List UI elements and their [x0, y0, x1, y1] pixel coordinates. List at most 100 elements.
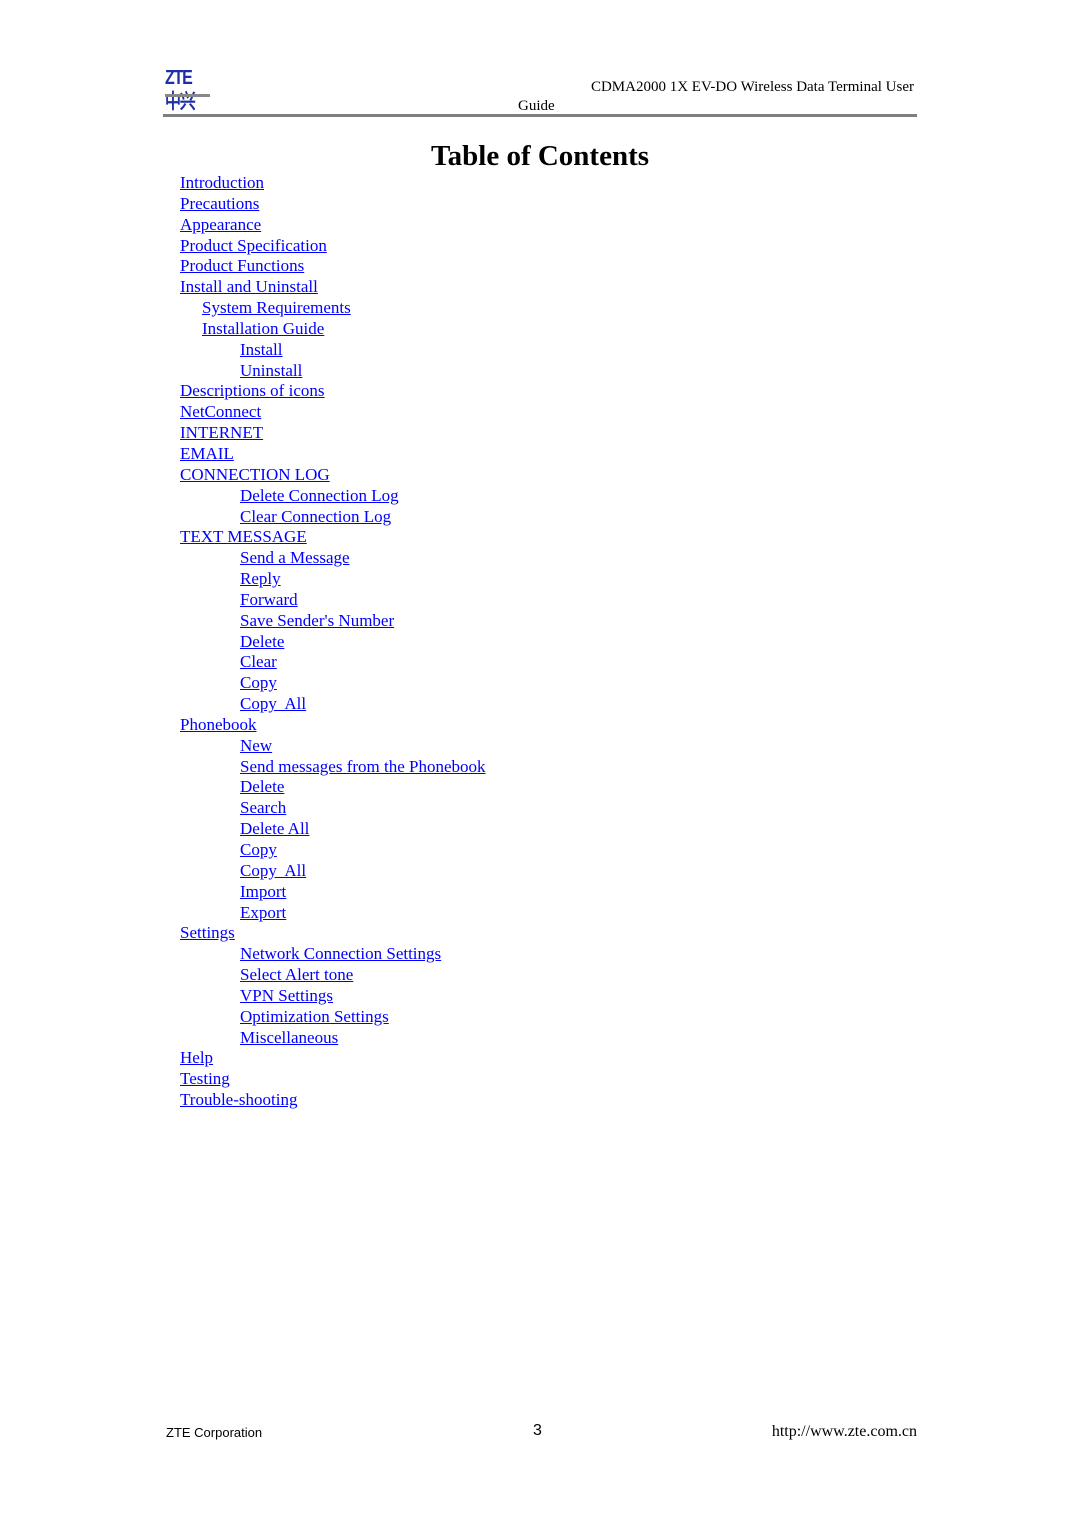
toc-link[interactable]: TEXT MESSAGE	[180, 527, 307, 546]
toc-link[interactable]: Installation Guide	[202, 319, 324, 338]
header-divider	[163, 114, 917, 117]
toc-link[interactable]: Install	[240, 340, 283, 359]
toc-link[interactable]: Copy	[240, 840, 277, 859]
toc-item: Settings	[180, 922, 486, 943]
toc-item: Product Specification	[180, 235, 486, 256]
toc-link[interactable]: Forward	[240, 590, 298, 609]
toc-link[interactable]: New	[240, 736, 272, 755]
logo-text: ZTE中兴	[165, 67, 196, 113]
toc-item: Import	[180, 881, 486, 902]
toc-link[interactable]: Network Connection Settings	[240, 944, 441, 963]
toc-link[interactable]: Clear Connection Log	[240, 507, 391, 526]
toc-link[interactable]: Product Specification	[180, 236, 327, 255]
toc-item: Miscellaneous	[180, 1027, 486, 1048]
toc-link[interactable]: Copy All	[240, 694, 306, 713]
toc-item: Introduction	[180, 172, 486, 193]
toc-link[interactable]: Descriptions of icons	[180, 381, 324, 400]
toc-link[interactable]: Import	[240, 882, 286, 901]
footer-url: http://www.zte.com.cn	[771, 1423, 917, 1440]
toc-item: Reply	[180, 568, 486, 589]
toc-item: Save Sender's Number	[180, 610, 486, 631]
toc-item: Precautions	[180, 193, 486, 214]
footer-page-number: 3	[533, 1422, 542, 1439]
toc-item: Clear	[180, 651, 486, 672]
toc-link[interactable]: Reply	[240, 569, 281, 588]
toc-item: Delete	[180, 776, 486, 797]
logo-underline	[165, 94, 210, 97]
toc-item: Installation Guide	[180, 318, 486, 339]
toc-item: Send a Message	[180, 547, 486, 568]
toc-link[interactable]: Miscellaneous	[240, 1028, 338, 1047]
toc-link[interactable]: Search	[240, 798, 286, 817]
toc-item: EMAIL	[180, 443, 486, 464]
toc-item: CONNECTION LOG	[180, 464, 486, 485]
toc-item: Optimization Settings	[180, 1006, 486, 1027]
toc-item: Appearance	[180, 214, 486, 235]
toc-link[interactable]: Product Functions	[180, 256, 304, 275]
toc-item: Export	[180, 902, 486, 923]
toc-link[interactable]: Delete	[240, 777, 284, 796]
toc-item: Search	[180, 797, 486, 818]
toc-item: Delete	[180, 631, 486, 652]
header-title-line1: CDMA2000 1X EV-DO Wireless Data Terminal…	[590, 79, 914, 95]
toc-item: Delete Connection Log	[180, 485, 486, 506]
toc-item: Forward	[180, 589, 486, 610]
toc-link[interactable]: Trouble-shooting	[180, 1090, 297, 1109]
toc-link[interactable]: INTERNET	[180, 423, 263, 442]
toc-link[interactable]: Testing	[180, 1069, 230, 1088]
toc-item: Clear Connection Log	[180, 506, 486, 527]
toc-item: INTERNET	[180, 422, 486, 443]
toc-link[interactable]: Delete Connection Log	[240, 486, 399, 505]
toc-link[interactable]: Phonebook	[180, 715, 257, 734]
toc-item: Copy	[180, 672, 486, 693]
toc-link[interactable]: Help	[180, 1048, 213, 1067]
toc-item: Copy All	[180, 693, 486, 714]
toc-item: System Requirements	[180, 297, 486, 318]
toc-link[interactable]: Install and Uninstall	[180, 277, 318, 296]
toc-link[interactable]: Copy	[240, 673, 277, 692]
toc-item: Product Functions	[180, 255, 486, 276]
toc-link[interactable]: NetConnect	[180, 402, 261, 421]
toc-item: Delete All	[180, 818, 486, 839]
toc-link[interactable]: Clear	[240, 652, 277, 671]
toc-link[interactable]: VPN Settings	[240, 986, 333, 1005]
toc-item: Help	[180, 1047, 486, 1068]
toc-link[interactable]: Send a Message	[240, 548, 350, 567]
toc-link[interactable]: Select Alert tone	[240, 965, 353, 984]
toc-link[interactable]: Copy All	[240, 861, 306, 880]
toc-link[interactable]: Uninstall	[240, 361, 302, 380]
toc-link[interactable]: Settings	[180, 923, 235, 942]
page-title: Table of Contents	[430, 140, 650, 172]
toc-link[interactable]: Introduction	[180, 173, 264, 192]
toc-item: Select Alert tone	[180, 964, 486, 985]
toc-item: Send messages from the Phonebook	[180, 756, 486, 777]
table-of-contents: Introduction Precautions Appearance Product…	[180, 172, 486, 1110]
toc-item: Install	[180, 339, 486, 360]
toc-link[interactable]: Precautions	[180, 194, 259, 213]
zte-logo: ZTE中兴	[165, 66, 210, 113]
toc-item: Install and Uninstall	[180, 276, 486, 297]
toc-link[interactable]: Save Sender's Number	[240, 611, 394, 630]
toc-item: Phonebook	[180, 714, 486, 735]
toc-item: Trouble-shooting	[180, 1089, 486, 1110]
toc-item: Copy All	[180, 860, 486, 881]
toc-item: New	[180, 735, 486, 756]
toc-item: Copy	[180, 839, 486, 860]
footer-company: ZTE Corporation	[166, 1425, 263, 1440]
toc-item: Testing	[180, 1068, 486, 1089]
toc-link[interactable]: Appearance	[180, 215, 261, 234]
toc-link[interactable]: CONNECTION LOG	[180, 465, 330, 484]
toc-item: Descriptions of icons	[180, 380, 486, 401]
toc-item: Network Connection Settings	[180, 943, 486, 964]
toc-item: VPN Settings	[180, 985, 486, 1006]
toc-item: Uninstall	[180, 360, 486, 381]
toc-link[interactable]: Send messages from the Phonebook	[240, 757, 486, 776]
toc-link[interactable]: Optimization Settings	[240, 1007, 389, 1026]
toc-link[interactable]: Delete	[240, 632, 284, 651]
toc-link[interactable]: Delete All	[240, 819, 309, 838]
toc-link[interactable]: Export	[240, 903, 286, 922]
toc-item: TEXT MESSAGE	[180, 526, 486, 547]
toc-item: NetConnect	[180, 401, 486, 422]
toc-link[interactable]: EMAIL	[180, 444, 234, 463]
toc-link[interactable]: System Requirements	[202, 298, 351, 317]
